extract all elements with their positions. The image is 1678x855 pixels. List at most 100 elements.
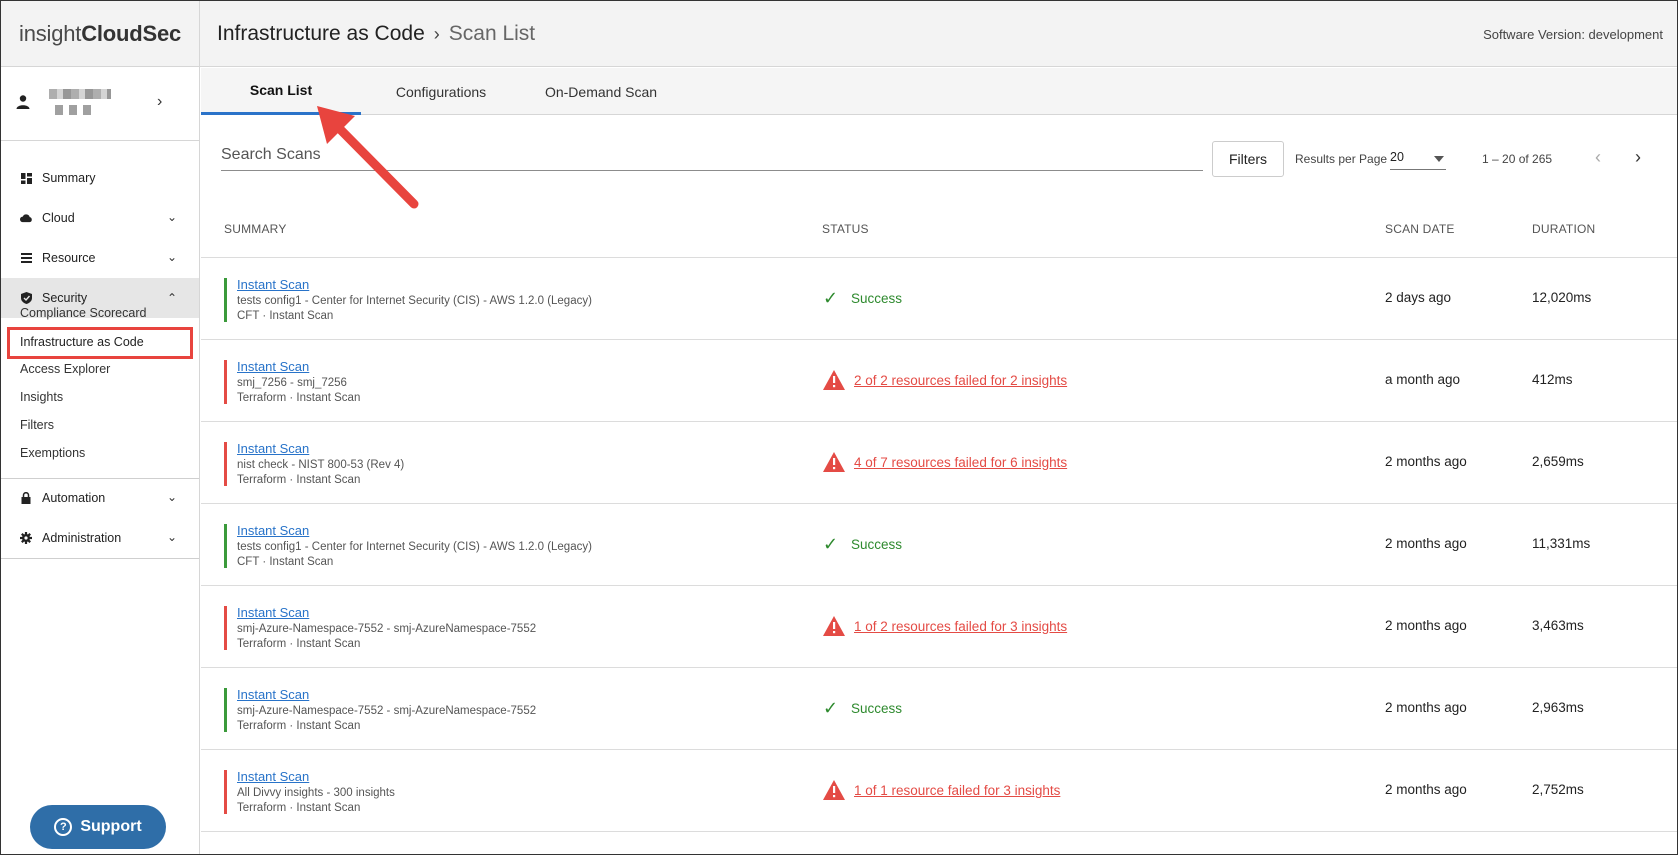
scan-config: tests config1 - Center for Internet Secu… — [237, 541, 592, 553]
sidebar-item-administration[interactable]: Administration ⌄ — [1, 518, 199, 558]
sidebar-subitem-exemptions[interactable]: Exemptions — [20, 446, 85, 460]
sidebar-subitem-insights[interactable]: Insights — [20, 390, 63, 404]
help-icon: ? — [54, 818, 73, 836]
sidebar-item-label: Administration — [42, 531, 122, 545]
scan-status-text: Success — [851, 537, 903, 552]
scan-duration: 12,020ms — [1532, 290, 1592, 305]
user-profile[interactable]: › — [1, 67, 199, 141]
table-row[interactable]: Instant Scan All Divvy insights - 300 ins… — [201, 750, 1677, 832]
scan-status-text: 1 of 1 resource failed for 3 insights — [854, 782, 1061, 798]
scan-status-text: Success — [851, 701, 903, 716]
scan-status[interactable]: 2 of 2 resources failed for 2 insights — [823, 370, 1067, 390]
sidebar-item-label: Automation — [42, 491, 106, 505]
scan-title-link[interactable]: Instant Scan — [237, 605, 309, 620]
check-icon: ✓ — [823, 698, 839, 718]
scan-status[interactable]: 1 of 1 resource failed for 3 insights — [823, 780, 1060, 800]
sidebar-item-resource[interactable]: Resource ⌄ — [1, 238, 199, 278]
scan-status[interactable]: 1 of 2 resources failed for 3 insights — [823, 616, 1067, 636]
scan-status[interactable]: 4 of 7 resources failed for 6 insights — [823, 452, 1067, 472]
table-row[interactable]: Instant Scan tests config1 - Center for I… — [201, 504, 1677, 586]
breadcrumb-section[interactable]: Infrastructure as Code — [217, 22, 425, 46]
scan-title-link[interactable]: Instant Scan — [237, 441, 309, 456]
user-icon — [16, 95, 30, 109]
scan-duration: 412ms — [1532, 372, 1573, 387]
filters-button[interactable]: Filters — [1212, 141, 1284, 177]
divider — [1, 558, 199, 559]
scan-status-text: 1 of 2 resources failed for 3 insights — [854, 618, 1068, 634]
column-header-summary[interactable]: SUMMARY — [224, 222, 287, 236]
scan-date: a month ago — [1385, 372, 1461, 387]
results-per-page-value: 20 — [1390, 150, 1404, 164]
table-row[interactable]: Instant Scan smj-Azure-Namespace-7552 - s… — [201, 668, 1677, 750]
breadcrumb-page: Scan List — [448, 22, 536, 45]
scan-status: ✓ Success — [823, 534, 902, 555]
table-row[interactable]: Instant Scan smj_7256 - smj_7256 Terraform… — [201, 340, 1677, 422]
chevron-right-icon[interactable]: › — [1635, 147, 1641, 168]
scan-config: nist check - NIST 800-53 (Rev 4) — [237, 459, 405, 471]
check-icon: ✓ — [823, 534, 839, 554]
scan-date: 2 months ago — [1385, 536, 1467, 551]
scan-type: Terraform · Instant Scan — [237, 720, 361, 732]
status-indicator-bar — [224, 278, 227, 322]
scan-title-link[interactable]: Instant Scan — [237, 277, 309, 292]
scan-date: 2 days ago — [1385, 290, 1452, 305]
sidebar-item-cloud[interactable]: Cloud ⌄ — [1, 198, 199, 238]
logo-text-cloudsec: CloudSec — [81, 21, 182, 46]
column-header-duration[interactable]: DURATION — [1532, 222, 1595, 236]
status-indicator-bar — [224, 360, 227, 404]
dashboard-icon — [20, 172, 32, 184]
chevron-right-icon[interactable]: › — [157, 93, 162, 111]
scan-config: smj_7256 - smj_7256 — [237, 377, 347, 389]
results-per-page-label: Results per Page — [1295, 152, 1388, 166]
column-header-status[interactable]: STATUS — [822, 222, 869, 236]
support-button[interactable]: ? Support — [30, 805, 166, 849]
scan-date: 2 months ago — [1385, 782, 1467, 797]
software-version: Software Version: development — [1483, 27, 1663, 42]
sidebar-subitem-infrastructure-as-code[interactable]: Infrastructure as Code — [20, 335, 144, 349]
pagination-range: 1 – 20 of 265 — [1482, 152, 1553, 166]
scan-date: 2 months ago — [1385, 618, 1467, 633]
logo-text-insight: insight — [19, 21, 82, 46]
logo[interactable]: insight CloudSec — [1, 1, 200, 67]
scan-duration: 11,331ms — [1532, 536, 1591, 551]
chevron-down-icon: ⌄ — [166, 210, 177, 224]
breadcrumb: Infrastructure as Code › Scan List — [217, 22, 535, 46]
chevron-down-icon: ⌄ — [166, 530, 177, 544]
chevron-up-icon: ⌃ — [166, 291, 177, 305]
table-row[interactable]: Instant Scan tests config1 - Center for I… — [201, 258, 1677, 340]
scan-title-link[interactable]: Instant Scan — [237, 523, 309, 538]
warning-icon — [823, 616, 845, 636]
chevron-left-icon[interactable]: ‹ — [1595, 147, 1601, 168]
user-name-redacted — [49, 89, 111, 99]
sidebar-item-label: Resource — [42, 251, 96, 265]
sidebar-subitem-access-explorer[interactable]: Access Explorer — [20, 362, 110, 376]
scan-date: 2 months ago — [1385, 454, 1467, 469]
sidebar-item-label: Security — [42, 291, 88, 305]
gear-icon — [20, 532, 32, 544]
scan-duration: 2,963ms — [1532, 700, 1584, 715]
table-row[interactable]: Instant Scan nist check - NIST 800-53 (Re… — [201, 422, 1677, 504]
scan-title-link[interactable]: Instant Scan — [237, 687, 309, 702]
caret-down-icon — [1434, 156, 1444, 162]
sidebar-subitem-compliance-scorecard[interactable]: Compliance Scorecard — [20, 306, 146, 320]
table-row[interactable]: Instant Scan smj-Azure-Namespace-7552 - s… — [201, 586, 1677, 668]
scan-type: CFT · Instant Scan — [237, 556, 334, 568]
results-per-page-select[interactable]: 20 — [1390, 146, 1446, 170]
annotation-arrow-icon — [317, 106, 419, 209]
status-indicator-bar — [224, 606, 227, 650]
scan-config: All Divvy insights - 300 insights — [237, 787, 395, 799]
scan-duration: 3,463ms — [1532, 618, 1584, 633]
tab-on-demand-scan[interactable]: On-Demand Scan — [521, 68, 681, 115]
lock-icon — [20, 492, 32, 504]
scan-title-link[interactable]: Instant Scan — [237, 769, 309, 784]
scan-title-link[interactable]: Instant Scan — [237, 359, 309, 374]
chevron-right-icon: › — [433, 23, 440, 44]
sidebar-item-automation[interactable]: Automation ⌄ — [1, 478, 199, 518]
scan-config: tests config1 - Center for Internet Secu… — [237, 295, 592, 307]
sidebar-subitem-filters[interactable]: Filters — [20, 418, 54, 432]
cloud-icon — [20, 212, 32, 224]
sidebar-item-summary[interactable]: Summary — [1, 158, 199, 198]
column-header-scan-date[interactable]: SCAN DATE — [1385, 222, 1455, 236]
check-icon: ✓ — [823, 288, 839, 308]
scan-status: ✓ Success — [823, 288, 902, 309]
